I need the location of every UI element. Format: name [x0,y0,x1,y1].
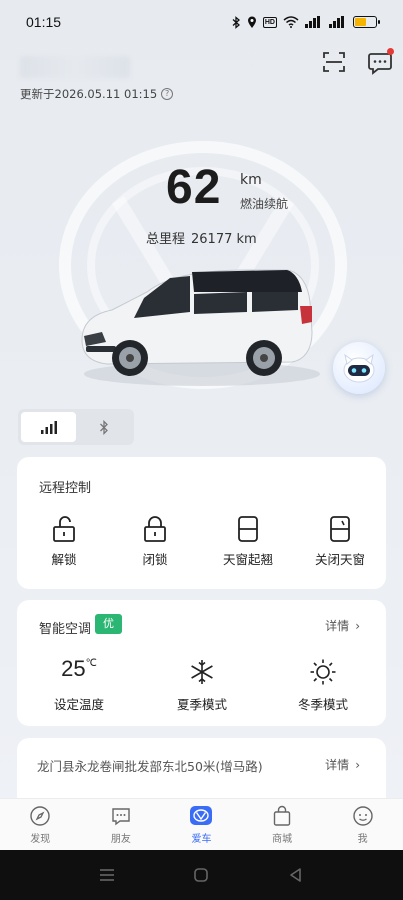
location-detail-text: 详情 [325,758,350,772]
hd-voice-icon: HD [262,16,277,28]
battery-level [355,18,366,26]
status-time: 01:15 [26,14,62,30]
nav-me-label: 我 [357,834,368,845]
preferred-badge: 优 [95,614,122,634]
plate-number-blurred [20,56,130,78]
car-image [81,269,320,386]
signal-sim1-icon [305,16,320,28]
connection-toggle [18,409,134,445]
status-icons: HD [232,15,380,29]
winter-mode-label: 冬季模式 [297,697,348,712]
profile-icon [352,806,373,826]
snowflake-icon [191,660,213,684]
odometer: 总里程 26177 km [146,228,257,247]
temperature-unit: ℃ [85,658,97,669]
nav-friends[interactable]: 朋友 [81,799,162,850]
nav-discover-label: 发现 [30,834,51,845]
ac-detail-link[interactable]: 详情 › [325,617,360,634]
remote-control-card: 远程控制 解锁 闭锁 天窗起翘 关闭天窗 [17,457,386,589]
unlock-icon [53,516,75,542]
range-value: 62 [166,161,222,214]
bluetooth-icon [232,15,240,29]
smart-ac-title: 智能空调 [39,622,92,637]
remote-control-title: 远程控制 [39,481,92,496]
smart-ac-card: 智能空调 优 详情 › 25℃ 设定温度 夏季模式 冬季模式 [17,600,386,726]
message-button[interactable] [366,48,394,76]
system-nav-bar [0,850,403,900]
location-detail-link[interactable]: 详情 › [325,756,360,773]
summer-mode-button[interactable]: 夏季模式 [152,656,252,713]
location-icon [247,16,256,28]
bluetooth-icon [99,419,108,435]
robot-assistant-button[interactable] [333,342,385,394]
bottom-nav: 发现 朋友 爱车 商城 我 [0,798,403,850]
range-unit: km [240,172,262,188]
unlock-button[interactable]: 解锁 [19,515,109,568]
lock-icon [144,516,166,542]
help-icon[interactable]: ? [161,88,174,100]
ac-detail-text: 详情 [325,619,350,633]
update-time-text: 更新于2026.05.11 01:15 [20,87,158,101]
home-icon[interactable] [193,867,209,883]
sunroof-tilt-button[interactable]: 天窗起翘 [203,515,293,568]
sunroof-tilt-icon [238,516,258,542]
signal-sim2-icon [329,16,344,28]
lock-label: 闭锁 [142,552,168,567]
winter-mode-button[interactable]: 冬季模式 [273,656,373,713]
temperature-display: 25℃ [29,656,129,686]
vehicle-address: 龙门县永龙卷闸批发部东北50米(增马路) [37,759,263,774]
nav-friends-label: 朋友 [110,834,131,845]
nav-discover[interactable]: 发现 [0,799,81,850]
network-mode-option[interactable] [21,412,76,442]
wifi-icon [283,16,299,28]
chat-icon [112,808,130,826]
unread-dot [387,48,394,55]
signal-bars-icon [40,421,57,434]
battery-icon [353,16,380,28]
sunroof-close-label: 关闭天窗 [314,552,365,567]
temperature-value: 25 [61,656,86,681]
temperature-label: 设定温度 [53,697,104,712]
scan-button[interactable] [320,48,348,76]
menu-icon[interactable] [99,868,115,882]
car-brand-icon [190,806,213,825]
sun-icon [310,659,336,685]
sunroof-close-icon [330,516,350,542]
set-temperature-button[interactable]: 25℃ 设定温度 [29,656,129,713]
chevron-right-icon: › [355,758,360,772]
nav-my-car[interactable]: 爱车 [161,799,242,850]
odometer-value: 26177 km [191,232,257,247]
sunroof-tilt-label: 天窗起翘 [222,552,273,567]
nav-me[interactable]: 我 [322,799,403,850]
odometer-label: 总里程 [146,232,186,247]
summer-mode-label: 夏季模式 [176,697,227,712]
lock-button[interactable]: 闭锁 [110,515,200,568]
nav-my-car-label: 爱车 [191,834,212,845]
back-icon[interactable] [288,867,304,883]
status-bar: 01:15 HD [0,0,403,44]
scan-icon [323,52,345,72]
robot-assistant-icon [343,353,375,383]
bluetooth-mode-option[interactable] [76,412,131,442]
unlock-label: 解锁 [51,552,77,567]
nav-shop[interactable]: 商城 [242,799,323,850]
nav-shop-label: 商城 [272,834,293,845]
sunroof-close-button[interactable]: 关闭天窗 [295,515,385,568]
range-label: 燃油续航 [240,197,289,211]
update-time: 更新于2026.05.11 01:15 ? [20,86,174,102]
shop-bag-icon [273,805,291,826]
compass-icon [30,806,50,826]
chevron-right-icon: › [355,619,360,633]
